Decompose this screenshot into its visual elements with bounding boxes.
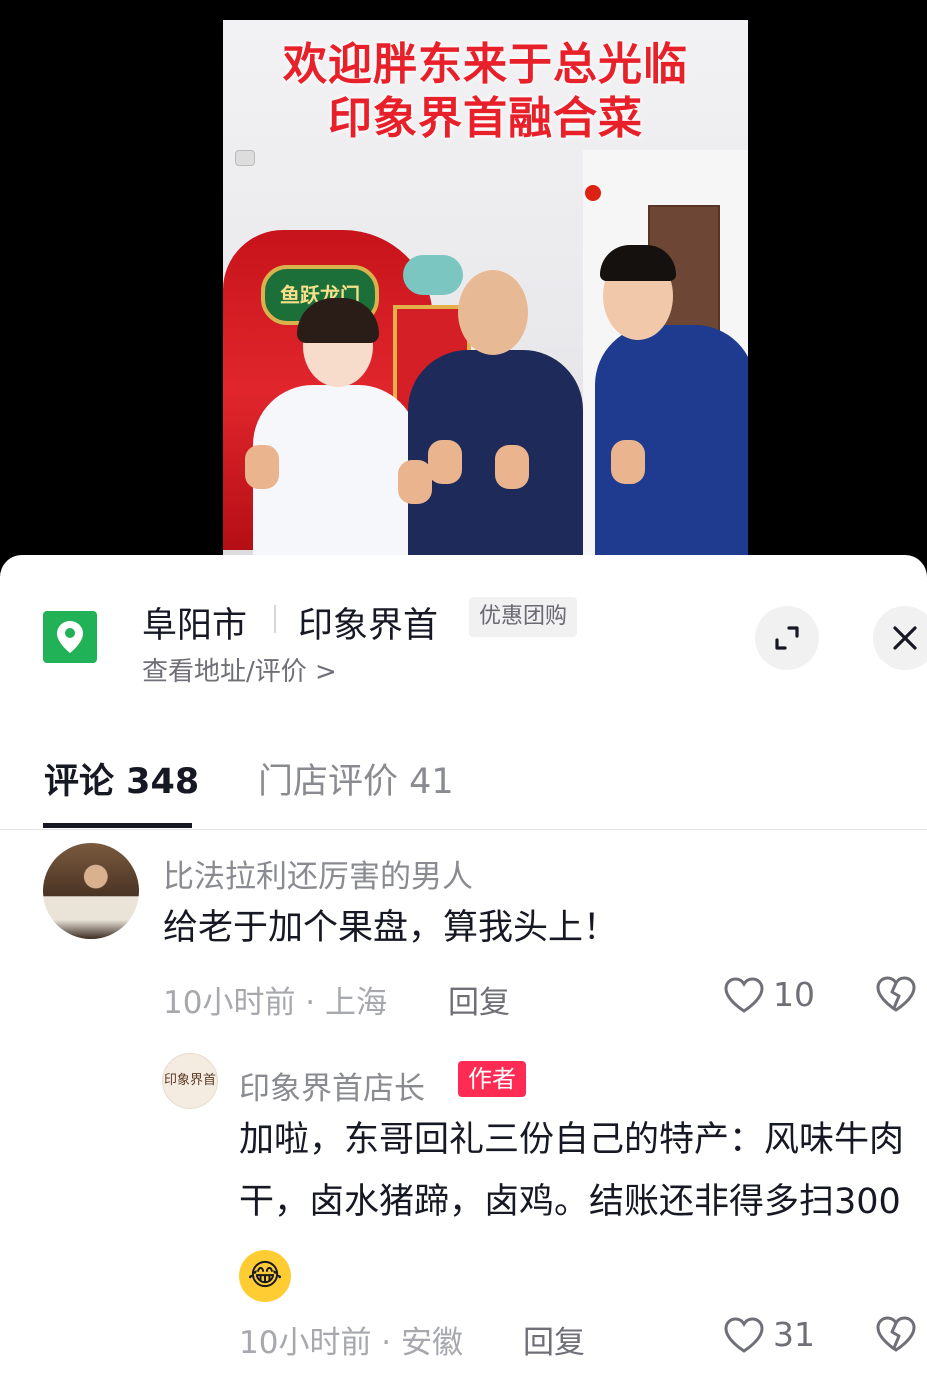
comment-tabs: 评论 348 门店评价 41	[0, 733, 927, 830]
thumbs-up	[245, 445, 279, 489]
tab-store-reviews[interactable]: 门店评价 41	[258, 753, 454, 804]
close-button[interactable]	[873, 606, 927, 670]
security-camera	[235, 150, 255, 166]
video-player[interactable]: 鱼跃龙门 欢迎胖东来于总光临 印象界首融合菜	[0, 0, 927, 560]
thumbs-up	[428, 440, 462, 484]
broken-heart-icon	[876, 976, 916, 1012]
group-buy-badge[interactable]: 优惠团购	[469, 597, 578, 637]
comment-text[interactable]: 加啦，东哥回礼三份自己的特产：风味牛肉干，卤水猪蹄，卤鸡。结账还非得多扫300 😂	[239, 1109, 927, 1302]
dislike-button[interactable]	[875, 1315, 917, 1357]
reply-button[interactable]: 回复	[448, 977, 510, 1022]
comment-username[interactable]: 印象界首店长	[239, 1063, 425, 1108]
poi-divider	[274, 605, 276, 633]
avatar[interactable]: 印象界首	[162, 1053, 218, 1109]
location-pin-icon	[43, 611, 97, 663]
comment-meta: 10小时前 · 安徽	[239, 1325, 464, 1361]
broken-heart-icon	[876, 1316, 916, 1352]
close-icon	[893, 626, 917, 650]
thumbs-up	[611, 440, 645, 484]
fire-alarm	[585, 185, 601, 201]
poi-city: 阜阳市	[142, 606, 248, 646]
heart-icon	[724, 1316, 764, 1353]
like-button[interactable]: 10	[723, 975, 815, 1014]
poi-name[interactable]: 印象界首	[298, 597, 438, 648]
heart-icon	[724, 976, 764, 1013]
comment-sheet: 阜阳市 印象界首 优惠团购 查看地址/评价 > 评论 348 门店评价 41 比…	[0, 555, 927, 1378]
avatar[interactable]	[43, 843, 139, 939]
laughing-crying-emoji-icon: 😂	[239, 1250, 291, 1302]
comment-username[interactable]: 比法拉利还厉害的男人	[163, 851, 473, 896]
video-frame[interactable]: 鱼跃龙门 欢迎胖东来于总光临 印象界首融合菜	[223, 20, 748, 555]
cloud-ornament	[403, 255, 463, 295]
thumbs-up	[495, 445, 529, 489]
view-address-link[interactable]: 查看地址/评价 >	[142, 651, 337, 688]
thumbs-up	[398, 460, 432, 504]
comment-text[interactable]: 给老于加个果盘，算我头上！	[163, 897, 618, 959]
like-count: 31	[773, 1315, 815, 1354]
tab-comments[interactable]: 评论 348	[44, 753, 199, 804]
dislike-button[interactable]	[875, 975, 917, 1017]
expand-button[interactable]	[755, 606, 819, 670]
comment-text-body: 加啦，东哥回礼三份自己的特产：风味牛肉干，卤水猪蹄，卤鸡。结账还非得多扫300	[239, 1120, 905, 1222]
video-caption-line2: 印象界首融合菜	[328, 93, 643, 144]
like-count: 10	[773, 975, 815, 1014]
like-button[interactable]: 31	[723, 1315, 815, 1354]
expand-icon	[775, 626, 799, 650]
poi-header[interactable]: 阜阳市 印象界首 优惠团购 查看地址/评价 >	[0, 555, 927, 705]
author-badge: 作者	[458, 1061, 526, 1097]
active-tab-indicator	[43, 823, 192, 828]
reply-button[interactable]: 回复	[523, 1317, 585, 1362]
comment-meta: 10小时前 · 上海	[163, 985, 388, 1021]
